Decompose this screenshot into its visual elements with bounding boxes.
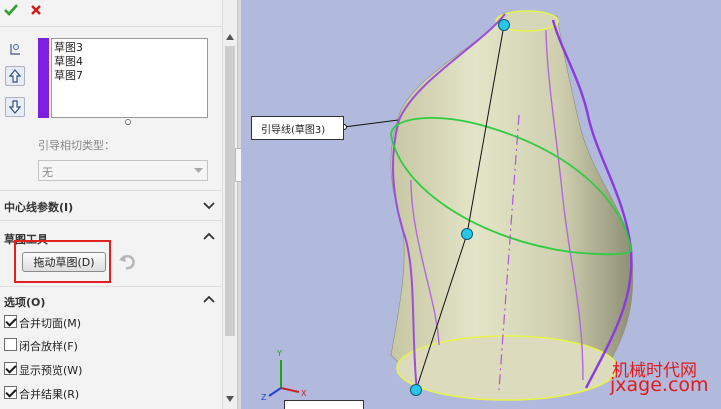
checkbox-label: 合并切面(M) — [19, 317, 82, 330]
chevron-up-icon[interactable] — [202, 293, 216, 307]
svg-text:X: X — [301, 389, 307, 398]
section-title: 选项(O) — [4, 296, 46, 309]
profiles-listbox[interactable]: 草图3 草图4 草图7 — [51, 38, 208, 118]
merge-result-checkbox[interactable] — [4, 386, 17, 399]
callout-label: 引导线(草图3) — [261, 124, 326, 136]
property-manager-panel: 草图3 草图4 草图7 引导相切类型： 无 中心线参数(I) 草图工具 拖动草图… — [0, 0, 222, 409]
undo-icon[interactable] — [118, 252, 138, 275]
divider — [0, 190, 222, 191]
highlight-box — [14, 240, 111, 283]
move-up-button[interactable] — [5, 66, 25, 86]
resize-handle[interactable] — [125, 119, 131, 125]
list-item[interactable]: 草图7 — [54, 69, 83, 83]
profile-selection-icon — [6, 40, 24, 58]
loft-model: Y X Z — [261, 10, 634, 402]
dropdown-arrow-icon — [194, 168, 203, 173]
confirm-bar — [0, 0, 222, 22]
checkbox-label: 显示预览(W) — [19, 364, 83, 377]
show-preview-checkbox[interactable] — [4, 362, 17, 375]
divider — [0, 286, 222, 287]
svg-text:Z: Z — [261, 393, 267, 402]
graphics-viewport[interactable]: Y X Z 引导线(草图3) 机械时代网 jxage.com — [241, 0, 721, 409]
scrollbar-thumb[interactable] — [225, 46, 235, 336]
move-down-button[interactable] — [5, 97, 25, 117]
tangency-type-value: 无 — [42, 166, 53, 179]
merge-tangent-faces-checkbox[interactable] — [4, 315, 17, 328]
divider — [0, 26, 222, 27]
scroll-up-icon[interactable] — [226, 34, 234, 40]
profile-color-bar — [38, 38, 49, 118]
section-options[interactable]: 选项(O) — [0, 289, 222, 311]
watermark-url: jxage.com — [610, 374, 709, 396]
cancel-x-icon[interactable] — [27, 1, 45, 19]
guide-curve-callout[interactable]: 引导线(草图3) — [251, 116, 344, 140]
section-centerline-parameters[interactable]: 中心线参数(I) — [0, 194, 222, 216]
ok-check-icon[interactable] — [2, 1, 20, 19]
section-title: 中心线参数(I) — [4, 201, 74, 214]
list-item[interactable]: 草图3 — [54, 41, 83, 55]
checkbox-label: 合并结果(R) — [19, 388, 80, 401]
panel-scrollbar[interactable] — [222, 0, 237, 409]
checkbox-label: 闭合放样(F) — [19, 340, 78, 353]
close-loft-checkbox[interactable] — [4, 338, 17, 351]
chevron-up-icon[interactable] — [202, 230, 216, 244]
tangency-type-label: 引导相切类型： — [38, 139, 115, 152]
chevron-down-icon[interactable] — [202, 198, 216, 212]
list-item[interactable]: 草图4 — [54, 55, 83, 69]
svg-text:Y: Y — [276, 349, 282, 358]
scroll-down-icon[interactable] — [226, 396, 234, 402]
tangency-type-select[interactable]: 无 — [38, 160, 208, 181]
divider — [0, 220, 222, 221]
bottom-callout[interactable] — [284, 400, 364, 409]
